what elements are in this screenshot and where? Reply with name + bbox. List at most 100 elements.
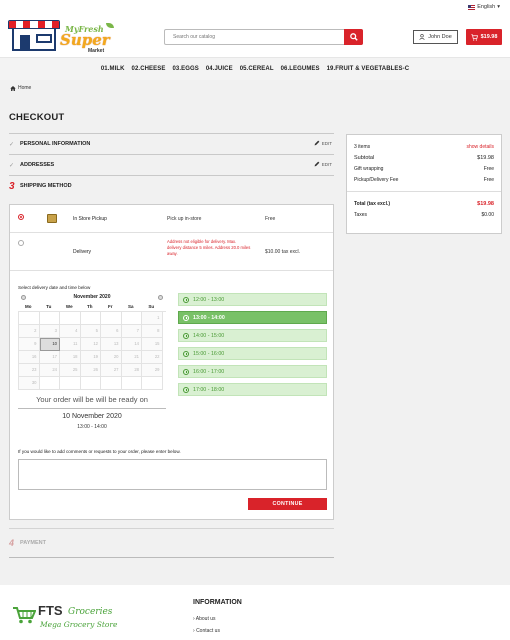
time-slot[interactable]: 16:00 - 17:00 — [178, 365, 327, 378]
subtotal-value: $19.98 — [477, 154, 494, 161]
category-link[interactable]: 06.LEGUMES — [281, 66, 320, 72]
step-personal-information[interactable]: ✓ PERSONAL INFORMATION EDIT — [9, 133, 334, 154]
footer-link-contact[interactable]: › Contact us — [193, 628, 220, 634]
shopping-cart-icon — [13, 607, 36, 624]
calendar-day[interactable]: 1 — [142, 312, 163, 325]
store-logo[interactable]: MyFresh Super Market — [8, 18, 118, 54]
chevron-down-icon: ▾ — [497, 4, 500, 10]
calendar-day[interactable]: 7 — [121, 325, 142, 338]
calendar-day[interactable]: 4 — [60, 325, 81, 338]
prev-month-button[interactable] — [21, 294, 26, 300]
calendar-day[interactable]: 19 — [80, 351, 101, 364]
taxes-label: Taxes — [354, 211, 368, 218]
calendar-empty-cell — [121, 312, 142, 325]
calendar-day[interactable]: 27 — [101, 364, 122, 377]
search-button[interactable] — [344, 29, 363, 45]
cart-button[interactable]: $19.98 — [466, 29, 502, 45]
comments-label: If you would like to add comments or req… — [18, 449, 181, 454]
calendar-day[interactable]: 5 — [80, 325, 101, 338]
calendar-empty-cell — [60, 377, 81, 390]
calendar-day[interactable]: 8 — [142, 325, 163, 338]
category-link[interactable]: 04.JUICE — [206, 66, 233, 72]
carrier-option-pickup[interactable]: In Store Pickup Pick up in-store Free — [10, 205, 333, 233]
time-slot[interactable]: 14:00 - 15:00 — [178, 329, 327, 342]
calendar-day[interactable]: 25 — [60, 364, 81, 377]
carrier-delay: Pick up in-store — [167, 216, 202, 222]
time-slot-label: 14:00 - 15:00 — [193, 332, 225, 339]
cart-summary: 3 items show details Subtotal $19.98 Gif… — [346, 134, 502, 234]
subtotal-label: Subtotal — [354, 154, 375, 161]
time-slot[interactable]: 17:00 - 18:00 — [178, 383, 327, 396]
step-number: 4 — [9, 538, 15, 548]
calendar-day[interactable]: 18 — [60, 351, 81, 364]
user-name: John Doe — [428, 34, 452, 40]
calendar-day[interactable]: 29 — [142, 364, 163, 377]
calendar-day[interactable]: 13 — [101, 338, 122, 351]
calendar-day[interactable]: 2 — [19, 325, 40, 338]
carrier-radio-pickup[interactable] — [18, 214, 24, 220]
calendar-day[interactable]: 6 — [101, 325, 122, 338]
language-selector[interactable]: English ▾ — [468, 4, 500, 10]
calendar-day[interactable]: 20 — [101, 351, 122, 364]
calendar-day[interactable]: 15 — [142, 338, 163, 351]
calendar-day[interactable]: 11 — [60, 338, 81, 351]
time-slot[interactable]: 15:00 - 16:00 — [178, 347, 327, 360]
category-link[interactable]: 05.CEREAL — [240, 66, 274, 72]
weekday-label: Tu — [46, 304, 52, 309]
category-link[interactable]: 03.EGGS — [172, 66, 198, 72]
footer-logo-fts: FTS — [38, 603, 63, 618]
calendar-day[interactable]: 12 — [80, 338, 101, 351]
edit-addresses-button[interactable]: EDIT — [314, 161, 332, 167]
edit-label: EDIT — [321, 161, 332, 167]
breadcrumb: Home — [10, 85, 31, 91]
leaf-icon — [106, 23, 114, 28]
step-addresses[interactable]: ✓ ADDRESSES EDIT — [9, 154, 334, 175]
calendar-day[interactable]: 22 — [142, 351, 163, 364]
footer-info-title: INFORMATION — [193, 599, 242, 606]
carrier-radio-delivery[interactable] — [18, 240, 24, 246]
category-link[interactable]: 01.MILK — [101, 66, 125, 72]
time-slot[interactable]: 12:00 - 13:00 — [178, 293, 327, 306]
calendar-day[interactable]: 9 — [19, 338, 40, 351]
calendar-empty-cell — [39, 377, 60, 390]
calendar-day[interactable]: 10 — [39, 338, 60, 351]
show-details-link[interactable]: show details — [466, 144, 494, 150]
next-month-button[interactable] — [158, 294, 163, 300]
calendar-day[interactable]: 30 — [19, 377, 40, 390]
time-slot-label: 12:00 - 13:00 — [193, 296, 225, 303]
calendar-day[interactable]: 16 — [19, 351, 40, 364]
footer-logo[interactable]: FTS Groceries Mega Grocery Store — [12, 602, 122, 632]
calendar-day[interactable]: 24 — [39, 364, 60, 377]
time-slot-label: 13:00 - 14:00 — [193, 314, 225, 321]
calendar-day[interactable]: 14 — [121, 338, 142, 351]
edit-personal-button[interactable]: EDIT — [314, 140, 332, 146]
category-link[interactable]: 02.CHEESE — [132, 66, 166, 72]
pencil-icon — [314, 161, 320, 167]
logo-text-super: Super — [60, 31, 110, 49]
calendar-day[interactable]: 28 — [121, 364, 142, 377]
calendar-empty-cell — [80, 312, 101, 325]
step-shipping-method: 3 SHIPPING METHOD — [9, 175, 334, 196]
ready-time: 13:00 - 14:00 — [77, 424, 107, 430]
clock-icon — [183, 350, 189, 357]
footer-link-about[interactable]: › About us — [193, 616, 216, 622]
footer-logo-groceries: Groceries — [68, 607, 113, 617]
calendar-day[interactable]: 3 — [39, 325, 60, 338]
footer-logo-tagline: Mega Grocery Store — [40, 620, 118, 629]
search-input[interactable] — [165, 30, 345, 44]
shipping-method-panel: In Store Pickup Pick up in-store Free De… — [9, 204, 334, 520]
order-comments-field[interactable] — [18, 459, 327, 490]
breadcrumb-home[interactable]: Home — [18, 85, 31, 91]
carrier-option-delivery[interactable]: Delivery Address not eligible for delive… — [10, 233, 333, 271]
continue-button[interactable]: CONTINUE — [248, 498, 327, 510]
time-slot-label: 17:00 - 18:00 — [193, 386, 225, 393]
user-account-button[interactable]: John Doe — [413, 30, 458, 44]
time-slot-label: 15:00 - 16:00 — [193, 350, 225, 357]
calendar-day[interactable]: 23 — [19, 364, 40, 377]
calendar-day[interactable]: 17 — [39, 351, 60, 364]
calendar-day[interactable]: 26 — [80, 364, 101, 377]
category-link[interactable]: 19.FRUIT & VEGETABLES-C — [327, 66, 410, 72]
shop-icon — [8, 20, 60, 52]
calendar-day[interactable]: 21 — [121, 351, 142, 364]
time-slot[interactable]: 13:00 - 14:00 — [178, 311, 327, 324]
